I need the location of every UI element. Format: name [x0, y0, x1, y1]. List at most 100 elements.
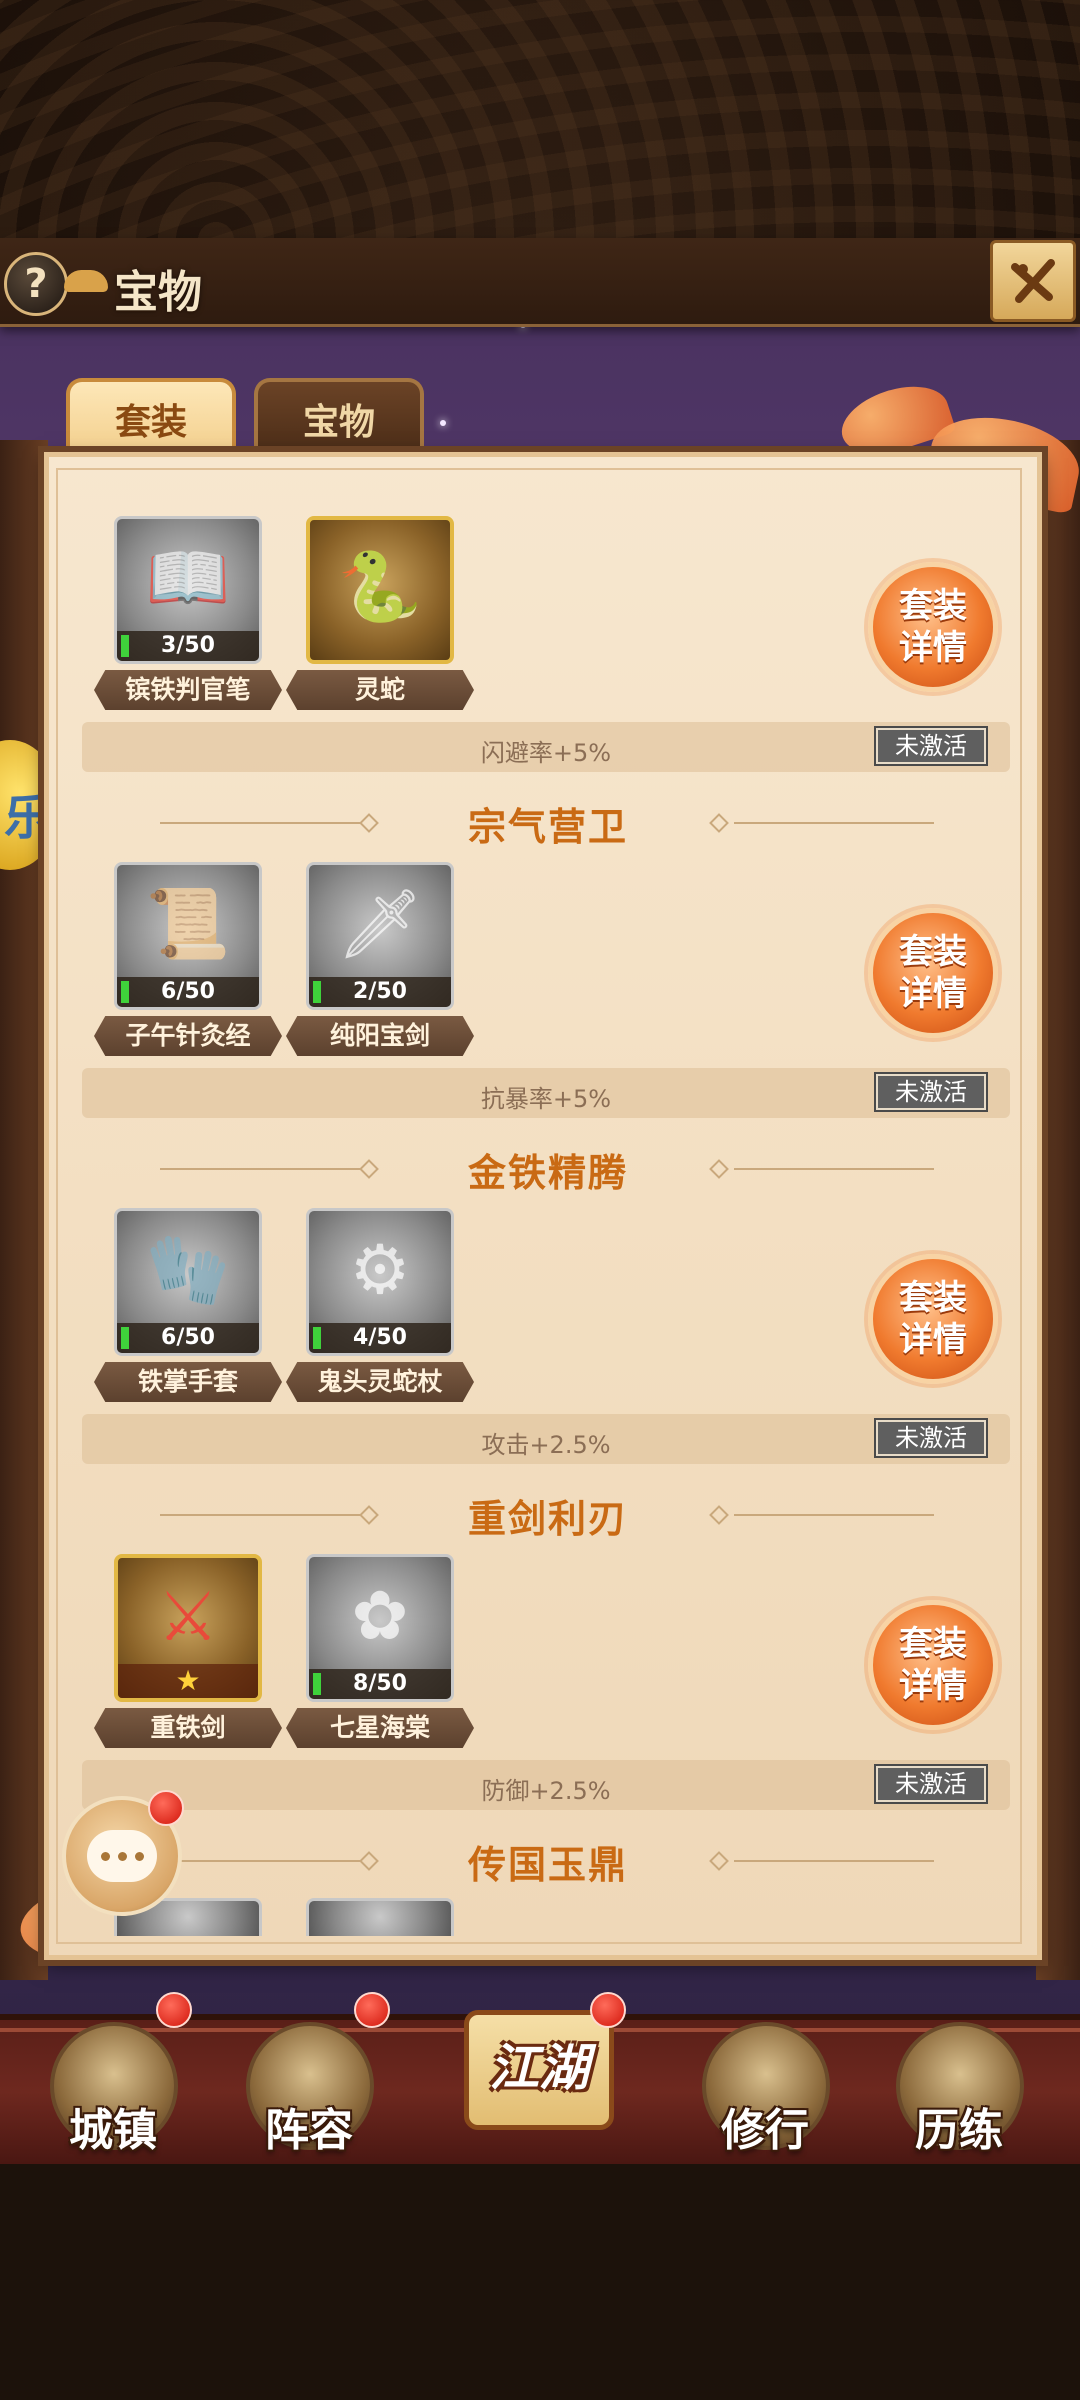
set-detail-button[interactable]: 套装 详情	[868, 908, 998, 1038]
set-bonus-band: 防御+2.5% 未激活	[82, 1760, 1010, 1810]
gauntlet-icon: 🧤	[145, 1231, 231, 1310]
item-count: 3/50	[117, 631, 259, 661]
divider	[734, 1168, 934, 1170]
item-count-text: 8/50	[353, 1671, 407, 1696]
set-card: 📖 3/50 镔铁判官笔 🐍 灵蛇 套装 详情	[82, 512, 1010, 744]
nav-label: 历练	[915, 2105, 1003, 2156]
item-count: 6/50	[117, 977, 259, 1007]
detail-button-line2: 详情	[899, 628, 967, 668]
item-name: 七星海棠	[286, 1708, 474, 1748]
set-detail-button[interactable]: 套装 详情	[868, 1254, 998, 1384]
divider	[160, 1514, 360, 1516]
nav-label: 修行	[721, 2105, 809, 2156]
item-name: 铁掌手套	[94, 1362, 282, 1402]
set-bonus-text: 攻击+2.5%	[481, 1431, 611, 1459]
nav-training[interactable]: 历练	[884, 2016, 1034, 2156]
set-bonus-band: 抗暴率+5% 未激活	[82, 1068, 1010, 1118]
set-title: 重剑利刃	[467, 1497, 628, 1541]
right-frame	[1036, 440, 1080, 1980]
cloud-icon	[64, 270, 108, 292]
item-count-text: 2/50	[353, 979, 407, 1004]
progress-bar	[121, 981, 129, 1003]
notification-dot	[148, 1790, 184, 1826]
item-count-text: 6/50	[161, 1325, 215, 1350]
item-slot[interactable]: ✿ 8/50	[306, 1554, 454, 1702]
scroll-book-icon: 📜	[145, 885, 231, 964]
item-name: 子午针灸经	[94, 1016, 282, 1056]
progress-bar	[313, 981, 321, 1003]
item-slot[interactable]: 🧤 6/50	[114, 1208, 262, 1356]
star-rating: ★	[118, 1664, 258, 1698]
status-badge: 未激活	[874, 1764, 988, 1804]
nav-cultivate[interactable]: 修行	[690, 2016, 840, 2156]
nav-label: 城镇	[69, 2105, 157, 2156]
notification-dot	[590, 1992, 626, 2028]
progress-bar	[313, 1673, 321, 1695]
divider	[734, 1514, 934, 1516]
item-slot[interactable]: 📜 6/50	[114, 862, 262, 1010]
star-icon: ★	[175, 1664, 201, 1697]
nav-town[interactable]: 城镇	[38, 2016, 188, 2156]
item-slot[interactable]: 🗡 2/50	[306, 862, 454, 1010]
staff-icon: ⚙	[349, 1231, 411, 1310]
close-icon	[1011, 259, 1055, 303]
chat-bubble-icon	[87, 1830, 157, 1882]
set-title: 宗气营卫	[467, 805, 628, 849]
detail-button-line2: 详情	[899, 1320, 967, 1360]
status-badge: 未激活	[874, 1072, 988, 1112]
item-count: 2/50	[309, 977, 451, 1007]
set-card: ⚔ ★ 重铁剑 ✿ 8/50 七星海棠 套装 详情	[82, 1550, 1010, 1782]
progress-bar	[313, 1327, 321, 1349]
left-frame	[0, 440, 48, 1980]
close-button[interactable]	[990, 240, 1076, 322]
item-name: 镔铁判官笔	[94, 670, 282, 710]
set-title: 金铁精腾	[467, 1151, 628, 1195]
page-title: 宝物	[114, 267, 202, 318]
status-badge: 未激活	[874, 1418, 988, 1458]
item-count: 4/50	[309, 1323, 451, 1353]
item-slot[interactable]: 📖 3/50	[114, 516, 262, 664]
set-detail-button[interactable]: 套装 详情	[868, 1600, 998, 1730]
item-count-text: 4/50	[353, 1325, 407, 1350]
divider	[734, 822, 934, 824]
progress-bar	[121, 635, 129, 657]
set-bonus-text: 防御+2.5%	[481, 1777, 611, 1805]
detail-button-line1: 套装	[899, 932, 967, 972]
item-name: 鬼头灵蛇杖	[286, 1362, 474, 1402]
set-bonus-text: 抗暴率+5%	[480, 1085, 612, 1113]
item-name: 灵蛇	[286, 670, 474, 710]
divider	[160, 1860, 360, 1862]
item-slot[interactable]: ⚔ ★	[114, 1554, 262, 1702]
notification-dot	[354, 1992, 390, 2028]
nav-label: 江湖	[489, 2039, 589, 2097]
nav-lineup[interactable]: 阵容	[234, 2016, 384, 2156]
progress-bar	[121, 1327, 129, 1349]
item-name: 重铁剑	[94, 1708, 282, 1748]
item-slot[interactable]: 🐍	[306, 516, 454, 664]
heavy-sword-icon: ⚔	[157, 1578, 219, 1657]
help-icon: ?	[24, 261, 48, 307]
nav-label: 阵容	[265, 2105, 353, 2156]
detail-button-line2: 详情	[899, 1666, 967, 1706]
divider	[160, 1168, 360, 1170]
set-detail-button[interactable]: 套装 详情	[868, 562, 998, 692]
divider	[160, 822, 360, 824]
sword-icon: 🗡	[336, 885, 424, 964]
item-slot[interactable]: ⚙ 4/50	[306, 1208, 454, 1356]
detail-button-line1: 套装	[899, 586, 967, 626]
item-slot[interactable]	[306, 1898, 454, 1936]
tab-treasures[interactable]: 宝物	[254, 378, 424, 456]
tab-suits[interactable]: 套装	[66, 378, 236, 456]
status-badge: 未激活	[874, 726, 988, 766]
item-count: 6/50	[117, 1323, 259, 1353]
set-title: 传国玉鼎	[467, 1843, 628, 1887]
item-name: 纯阳宝剑	[286, 1016, 474, 1056]
detail-button-line1: 套装	[899, 1624, 967, 1664]
help-button[interactable]: ?	[4, 252, 68, 316]
set-card: 🧤 6/50 铁掌手套 ⚙ 4/50 鬼头灵蛇杖 套装 详情	[82, 1204, 1010, 1436]
notification-dot	[156, 1992, 192, 2028]
set-bonus-band: 攻击+2.5% 未激活	[82, 1414, 1010, 1464]
set-bonus-band: 闪避率+5% 未激活	[82, 722, 1010, 772]
bottom-area	[0, 2164, 1080, 2400]
set-bonus-text: 闪避率+5%	[480, 739, 612, 767]
